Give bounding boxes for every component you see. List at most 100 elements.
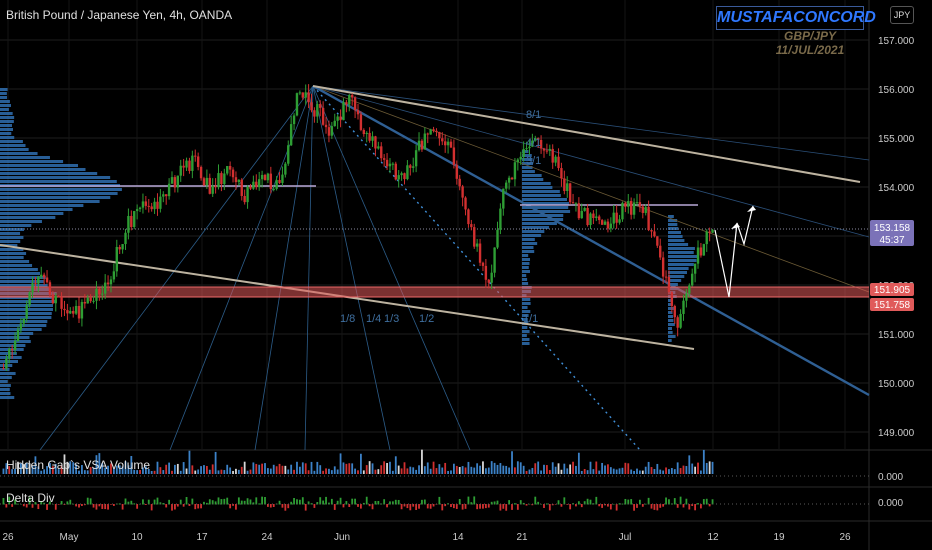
candle-body bbox=[394, 163, 397, 180]
candle-body bbox=[603, 221, 607, 225]
delta-bar bbox=[679, 496, 682, 505]
candle-body bbox=[685, 293, 688, 301]
delta-bar bbox=[630, 499, 633, 505]
time-tick-label: Jul bbox=[619, 532, 632, 543]
delta-bar bbox=[205, 502, 208, 505]
delta-bar bbox=[354, 498, 356, 505]
profile-bar bbox=[668, 323, 675, 326]
candle-body bbox=[391, 163, 395, 165]
volume-bar bbox=[697, 462, 699, 474]
candle-body bbox=[368, 132, 371, 141]
profile-bar bbox=[668, 223, 678, 226]
candle-body bbox=[400, 173, 403, 176]
profile-bar bbox=[522, 226, 550, 229]
delta-indicator-label[interactable]: Delta Div bbox=[6, 491, 55, 505]
candle-body bbox=[443, 141, 447, 146]
candle-body bbox=[8, 348, 11, 359]
candle-body bbox=[10, 348, 14, 351]
profile-bar bbox=[0, 356, 22, 359]
delta-bar bbox=[174, 504, 176, 510]
delta-bar bbox=[662, 504, 665, 507]
volume-bar bbox=[656, 463, 659, 474]
candle-body bbox=[48, 282, 52, 295]
candle-body bbox=[490, 272, 493, 283]
delta-bar bbox=[441, 504, 444, 511]
volume-bar bbox=[447, 470, 449, 474]
profile-bar bbox=[0, 232, 21, 235]
symbol-stamp: GBP/JPY 11/JUL/2021 bbox=[760, 29, 860, 57]
candle-body bbox=[226, 166, 229, 174]
profile-bar bbox=[668, 267, 689, 270]
candle-body bbox=[179, 165, 182, 176]
candle-body bbox=[231, 169, 235, 178]
candle-body bbox=[551, 148, 554, 163]
candle-body bbox=[159, 196, 162, 209]
volume-bar bbox=[534, 463, 537, 474]
profile-bar bbox=[522, 250, 535, 253]
volume-bar bbox=[705, 462, 708, 474]
delta-bar bbox=[708, 504, 711, 507]
volume-bar bbox=[386, 463, 388, 474]
volume-bar bbox=[450, 470, 452, 474]
volume-bar bbox=[296, 461, 298, 474]
candle-body bbox=[432, 129, 435, 131]
candle-body bbox=[205, 177, 209, 186]
volume-bar bbox=[319, 465, 322, 474]
candle-body bbox=[632, 202, 636, 215]
candle-body bbox=[568, 183, 572, 203]
candle-body bbox=[319, 104, 322, 108]
delta-bar bbox=[130, 500, 133, 505]
volume-bar bbox=[455, 465, 458, 474]
profile-bar bbox=[522, 198, 567, 201]
volume-bar bbox=[400, 468, 403, 474]
currency-button[interactable]: JPY bbox=[890, 6, 914, 24]
gann-label: 1/3 bbox=[384, 313, 399, 325]
volume-bar bbox=[618, 468, 621, 474]
volume-bar bbox=[493, 462, 496, 474]
candle-body bbox=[40, 274, 43, 277]
profile-bar bbox=[522, 266, 529, 269]
time-tick-label: 14 bbox=[452, 532, 464, 543]
volume-bar bbox=[249, 469, 252, 474]
delta-bar bbox=[415, 504, 418, 510]
candle-body bbox=[153, 201, 156, 210]
price-tick-label: 149.000 bbox=[878, 428, 915, 439]
candle-body bbox=[170, 177, 174, 184]
volume-bar bbox=[176, 463, 179, 474]
candle-body bbox=[63, 308, 66, 311]
candle-body bbox=[615, 212, 618, 223]
profile-bar bbox=[0, 256, 24, 259]
volume-bar bbox=[156, 461, 159, 474]
candle-body bbox=[22, 318, 25, 324]
delta-bar bbox=[237, 497, 240, 505]
delta-bar bbox=[418, 504, 420, 509]
volume-bar bbox=[662, 470, 665, 474]
delta-bar bbox=[700, 504, 702, 509]
volume-bar bbox=[577, 452, 580, 474]
profile-bar bbox=[0, 236, 24, 239]
candle-body bbox=[31, 283, 34, 293]
volume-bar bbox=[333, 466, 336, 474]
candle-body bbox=[574, 203, 578, 205]
volume-bar bbox=[205, 465, 208, 474]
candle-body bbox=[519, 156, 522, 160]
price-tick-label: 154.000 bbox=[878, 183, 915, 194]
candle-body bbox=[635, 202, 639, 204]
delta-bar bbox=[479, 504, 481, 509]
profile-bar bbox=[0, 152, 38, 155]
chart-title: British Pound / Japanese Yen, 4h, OANDA bbox=[6, 8, 233, 22]
profile-bar bbox=[522, 326, 528, 329]
candle-body bbox=[150, 206, 153, 210]
delta-bar bbox=[86, 497, 89, 505]
candle-body bbox=[385, 159, 389, 167]
candle-body bbox=[577, 203, 581, 219]
profile-bar bbox=[668, 251, 694, 254]
volume-bar bbox=[615, 469, 618, 474]
volume-bar bbox=[505, 465, 508, 474]
candle-body bbox=[673, 305, 676, 318]
volume-bar bbox=[368, 461, 371, 474]
candle-body bbox=[464, 197, 467, 210]
candle-body bbox=[25, 305, 28, 319]
candle-body bbox=[69, 310, 72, 314]
volume-indicator-label[interactable]: Hidden Gap`s VSA Volume bbox=[6, 458, 150, 472]
